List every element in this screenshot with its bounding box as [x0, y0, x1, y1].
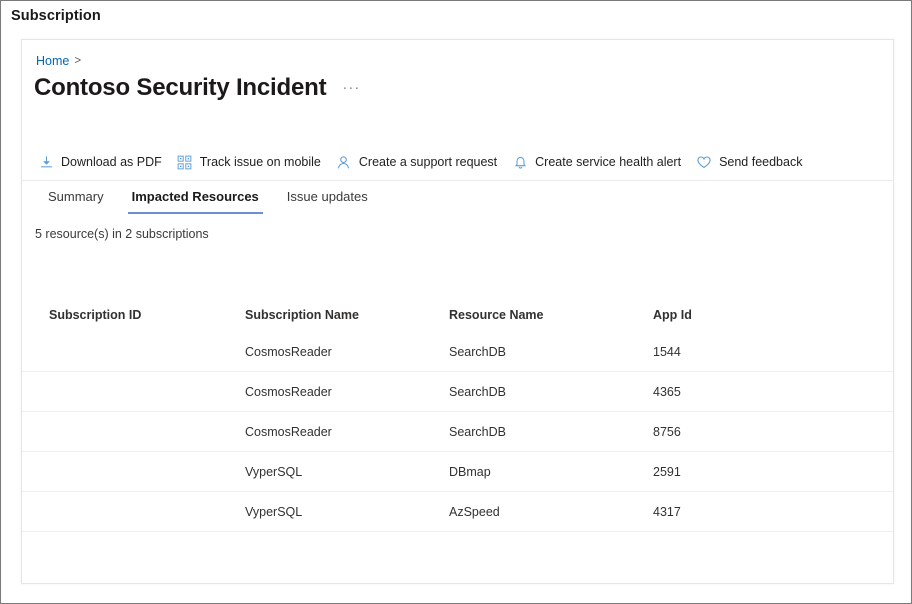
table-row[interactable]: VyperSQL DBmap 2591	[22, 452, 894, 492]
column-header-resource-name[interactable]: Resource Name	[449, 308, 653, 322]
column-header-app-id[interactable]: App Id	[653, 308, 803, 322]
tab-summary[interactable]: Summary	[34, 181, 118, 214]
cell-subscription-name: VyperSQL	[245, 465, 449, 479]
person-icon	[336, 154, 352, 170]
cell-subscription-name: CosmosReader	[245, 345, 449, 359]
tab-issue-updates-label: Issue updates	[287, 189, 368, 204]
create-support-request-button[interactable]: Create a support request	[332, 150, 508, 174]
create-support-request-label: Create a support request	[359, 155, 497, 169]
table-row[interactable]: CosmosReader SearchDB 4365	[22, 372, 894, 412]
tab-summary-label: Summary	[48, 189, 104, 204]
create-service-health-alert-button[interactable]: Create service health alert	[508, 150, 692, 174]
track-issue-on-mobile-button[interactable]: Track issue on mobile	[173, 150, 332, 174]
cell-subscription-name: VyperSQL	[245, 505, 449, 519]
cell-resource-name: DBmap	[449, 465, 653, 479]
download-as-pdf-button[interactable]: Download as PDF	[34, 150, 173, 174]
window-title: Subscription	[11, 8, 101, 24]
more-actions-ellipsis-icon[interactable]: ···	[342, 75, 360, 103]
download-as-pdf-label: Download as PDF	[61, 155, 162, 169]
subscription-window: Subscription Home > Contoso Security Inc…	[0, 0, 912, 604]
send-feedback-label: Send feedback	[719, 155, 802, 169]
cell-subscription-name: CosmosReader	[245, 385, 449, 399]
create-service-health-alert-label: Create service health alert	[535, 155, 681, 169]
breadcrumb: Home >	[36, 54, 81, 68]
cell-resource-name: AzSpeed	[449, 505, 653, 519]
impacted-resources-table: Subscription ID Subscription Name Resour…	[22, 298, 894, 532]
heart-icon	[696, 154, 712, 170]
incident-blade: Home > Contoso Security Incident ··· Dow…	[21, 39, 894, 584]
page-title: Contoso Security Incident	[34, 73, 326, 103]
send-feedback-button[interactable]: Send feedback	[692, 150, 813, 174]
cell-resource-name: SearchDB	[449, 385, 653, 399]
cell-app-id: 4365	[653, 385, 803, 399]
breadcrumb-item-home[interactable]: Home	[36, 54, 69, 68]
download-icon	[38, 154, 54, 170]
qr-code-icon	[177, 154, 193, 170]
table-header-row: Subscription ID Subscription Name Resour…	[22, 298, 894, 332]
resource-count-text: 5 resource(s) in 2 subscriptions	[35, 227, 209, 241]
table-row[interactable]: CosmosReader SearchDB 1544	[22, 332, 894, 372]
title-row: Contoso Security Incident ···	[34, 73, 360, 103]
cell-app-id: 8756	[653, 425, 803, 439]
table-row[interactable]: VyperSQL AzSpeed 4317	[22, 492, 894, 532]
bell-icon	[512, 154, 528, 170]
tab-list: Summary Impacted Resources Issue updates	[34, 181, 382, 214]
cell-app-id: 1544	[653, 345, 803, 359]
cell-app-id: 4317	[653, 505, 803, 519]
cell-resource-name: SearchDB	[449, 345, 653, 359]
cell-subscription-name: CosmosReader	[245, 425, 449, 439]
cell-app-id: 2591	[653, 465, 803, 479]
table-row[interactable]: CosmosReader SearchDB 8756	[22, 412, 894, 452]
command-bar: Download as PDF Track issue on mo	[34, 145, 813, 179]
tab-issue-updates[interactable]: Issue updates	[273, 181, 382, 214]
column-header-subscription-name[interactable]: Subscription Name	[245, 308, 449, 322]
cell-resource-name: SearchDB	[449, 425, 653, 439]
column-header-subscription-id[interactable]: Subscription ID	[37, 308, 245, 322]
tab-impacted-resources[interactable]: Impacted Resources	[118, 181, 273, 214]
tab-impacted-resources-label: Impacted Resources	[132, 189, 259, 204]
chevron-right-icon: >	[74, 55, 81, 67]
track-issue-on-mobile-label: Track issue on mobile	[200, 155, 321, 169]
